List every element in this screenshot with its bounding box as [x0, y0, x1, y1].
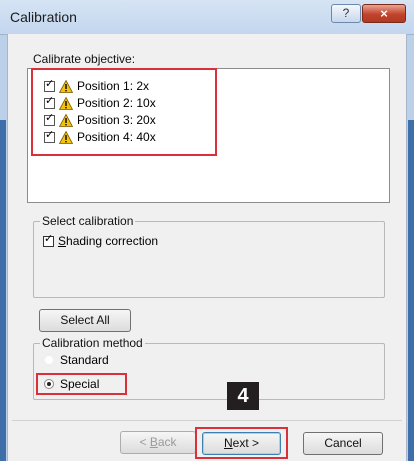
select-calibration-legend: Select calibration: [40, 214, 136, 228]
back-prefix: <: [139, 435, 150, 449]
special-highlight: [36, 373, 127, 395]
help-button[interactable]: ?: [331, 4, 361, 23]
shading-correction-checkbox[interactable]: ✓ Shading correction: [43, 233, 158, 249]
step-marker: 4: [227, 382, 259, 410]
window-edge-left: [0, 120, 6, 461]
back-button[interactable]: < Back: [120, 431, 196, 454]
cancel-label: Cancel: [324, 436, 362, 450]
help-icon: ?: [342, 6, 350, 20]
check-icon: ✓: [44, 232, 54, 245]
radio-button[interactable]: [44, 355, 54, 365]
shading-mnemonic: S: [58, 234, 67, 248]
objective-highlight: [31, 68, 217, 156]
footer-divider: [12, 420, 402, 421]
cancel-button[interactable]: Cancel: [303, 432, 383, 455]
standard-radio[interactable]: Standard: [44, 352, 109, 368]
next-highlight: [195, 427, 288, 459]
shading-correction-label: hading correction: [66, 234, 159, 248]
close-button[interactable]: ×: [362, 4, 406, 23]
select-all-button[interactable]: Select All: [39, 309, 131, 332]
window-edge-right: [408, 120, 414, 461]
select-all-label: Select All: [60, 313, 110, 327]
standard-label: Standard: [60, 353, 109, 367]
window-title: Calibration: [10, 9, 77, 25]
checkbox[interactable]: ✓: [43, 232, 54, 247]
back-label: ack: [157, 435, 177, 449]
calibration-method-legend: Calibration method: [40, 336, 145, 350]
calibrate-objective-label: Calibrate objective:: [33, 52, 136, 66]
close-icon: ×: [380, 6, 388, 21]
back-mnemonic: B: [149, 435, 158, 449]
title-bar[interactable]: Calibration ? ×: [0, 0, 414, 35]
